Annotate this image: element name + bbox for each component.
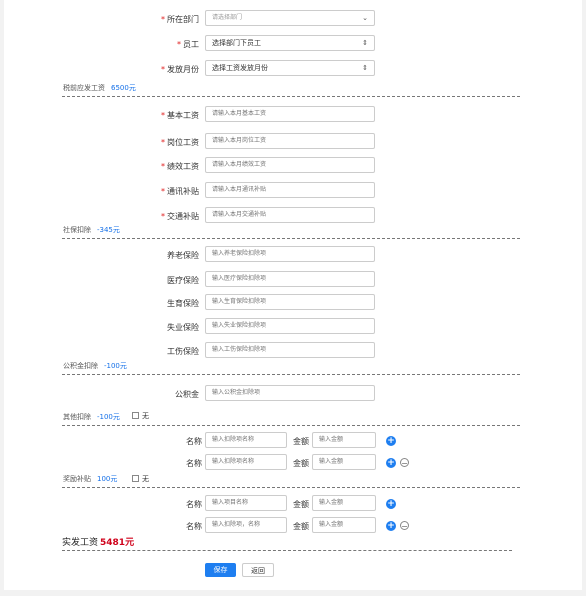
post-salary-label: 岗位工资 — [79, 137, 199, 148]
month-value: 选择工资发放月份 — [212, 64, 268, 72]
other-amount-label: 金额 — [293, 437, 309, 446]
bonus-name-input[interactable] — [205, 495, 287, 511]
divider — [62, 550, 512, 551]
other-name-label: 名称 — [186, 437, 202, 446]
month-select[interactable]: 选择工资发放月份 ⇕ — [205, 60, 375, 76]
basic-salary-input[interactable] — [205, 106, 375, 122]
transport-allowance-label: 交通补贴 — [79, 211, 199, 222]
other-amount-input[interactable] — [312, 454, 376, 470]
add-icon[interactable]: + — [386, 521, 396, 531]
maternity-label: 生育保险 — [167, 299, 199, 308]
divider — [62, 238, 520, 239]
bonus-none-checkbox[interactable] — [132, 475, 139, 482]
other-section: 其他扣除 -100元 — [63, 412, 120, 422]
social-section: 社保扣除 -345元 — [63, 225, 120, 235]
back-button[interactable]: 返回 — [242, 563, 274, 577]
fund-value: -100元 — [104, 362, 127, 370]
social-label: 社保扣除 — [63, 226, 91, 234]
bonus-section: 奖励补贴 100元 — [63, 474, 117, 484]
chevron-down-icon: ⌄ — [362, 14, 368, 22]
pension-input[interactable] — [205, 246, 375, 262]
comm-allowance-label: 通讯补贴 — [79, 186, 199, 197]
basic-salary-label: 基本工资 — [79, 110, 199, 121]
add-icon[interactable]: + — [386, 458, 396, 468]
pretax-label: 税前应发工资 — [63, 84, 105, 92]
bonus-value: 100元 — [97, 475, 118, 483]
pension-label: 养老保险 — [167, 251, 199, 260]
fund-input[interactable] — [205, 385, 375, 401]
net-section: 实发工资 5481元 — [62, 535, 134, 548]
performance-salary-input[interactable] — [205, 157, 375, 173]
dept-placeholder: 请选择部门 — [212, 14, 243, 21]
unemployment-input[interactable] — [205, 318, 375, 334]
save-button-label: 保存 — [213, 566, 228, 574]
bonus-amount-label: 金额 — [293, 500, 309, 509]
other-name-input[interactable] — [205, 432, 287, 448]
add-icon[interactable]: + — [386, 436, 396, 446]
remove-icon[interactable]: − — [400, 521, 409, 531]
net-value: 5481元 — [100, 538, 135, 548]
other-name-input[interactable] — [205, 454, 287, 470]
bonus-amount-label: 金额 — [293, 522, 309, 531]
bonus-amount-input[interactable] — [312, 495, 376, 511]
dept-label: 所在部门 — [79, 14, 199, 25]
bonus-name-input[interactable] — [205, 517, 287, 533]
other-none-label: 无 — [142, 412, 149, 420]
up-down-arrows-icon: ⇕ — [362, 39, 368, 47]
dept-select[interactable]: 请选择部门 ⌄ — [205, 10, 375, 26]
unemployment-label: 失业保险 — [167, 323, 199, 332]
back-button-label: 返回 — [251, 567, 265, 575]
transport-allowance-input[interactable] — [205, 207, 375, 223]
net-label: 实发工资 — [62, 538, 99, 548]
bonus-name-label: 名称 — [186, 500, 202, 509]
bonus-name-label: 名称 — [186, 522, 202, 531]
divider — [62, 425, 520, 426]
fund-label: 公积金扣除 — [63, 362, 98, 370]
employee-label: 员工 — [79, 39, 199, 50]
other-label: 其他扣除 — [63, 413, 91, 421]
up-down-arrows-icon: ⇕ — [362, 64, 368, 72]
performance-salary-label: 绩效工资 — [79, 161, 199, 172]
employee-select[interactable]: 选择部门下员工 ⇕ — [205, 35, 375, 51]
month-label: 发放月份 — [79, 64, 199, 75]
other-amount-input[interactable] — [312, 432, 376, 448]
comm-allowance-input[interactable] — [205, 182, 375, 198]
fund-section: 公积金扣除 -100元 — [63, 361, 127, 371]
pretax-section: 税前应发工资 6500元 — [63, 83, 136, 93]
add-icon[interactable]: + — [386, 499, 396, 509]
other-name-label: 名称 — [186, 459, 202, 468]
divider — [62, 96, 520, 97]
maternity-input[interactable] — [205, 294, 375, 310]
employee-value: 选择部门下员工 — [212, 39, 261, 47]
other-none-checkbox[interactable] — [132, 412, 139, 419]
social-value: -345元 — [97, 226, 120, 234]
divider — [62, 374, 520, 375]
injury-input[interactable] — [205, 342, 375, 358]
other-value: -100元 — [97, 413, 120, 421]
bonus-amount-input[interactable] — [312, 517, 376, 533]
medical-input[interactable] — [205, 271, 375, 287]
post-salary-input[interactable] — [205, 133, 375, 149]
injury-label: 工伤保险 — [167, 347, 199, 356]
divider — [62, 487, 520, 488]
bonus-none-label: 无 — [142, 475, 149, 483]
other-amount-label: 金额 — [293, 459, 309, 468]
salary-form-card: 所在部门 请选择部门 ⌄ 员工 选择部门下员工 ⇕ 发放月份 选择工资发放月份 … — [4, 0, 582, 590]
remove-icon[interactable]: − — [400, 458, 409, 468]
medical-label: 医疗保险 — [167, 276, 199, 285]
fund-item-label: 公积金 — [175, 390, 199, 399]
pretax-value: 6500元 — [111, 84, 136, 92]
bonus-label: 奖励补贴 — [63, 475, 91, 483]
save-button[interactable]: 保存 — [205, 563, 236, 577]
